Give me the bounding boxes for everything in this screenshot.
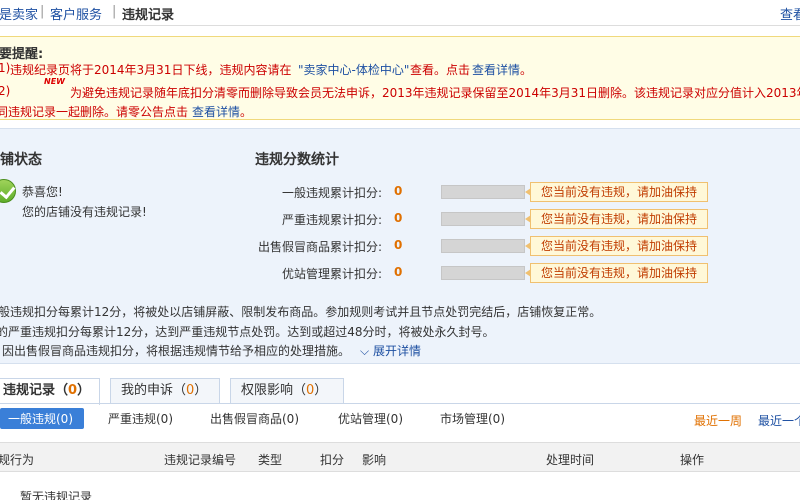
notice-line1-prefix: 1)	[0, 61, 11, 75]
general-violation-label: 一般违规累计扣分:	[281, 186, 382, 200]
notice-title: 重要提醒:	[0, 47, 44, 62]
counterfeit-violation-tip: 您当前没有违规，请加油保持	[525, 236, 708, 256]
col-type: 类型	[258, 453, 283, 467]
breadcrumb-seller-link[interactable]: 我是卖家	[0, 4, 38, 23]
breadcrumb-current: 违规记录	[122, 8, 175, 23]
serious-violation-label: 严重违规累计扣分:	[281, 213, 382, 227]
youzhan-violation-tip: 您当前没有违规，请加油保持	[525, 263, 708, 283]
rule-line-3: 因出售假冒商品违规扣分，将根据违规情节给予相应的处理措施。	[2, 344, 351, 358]
score-stats-heading: 违规分数统计	[255, 152, 339, 168]
empty-records-text: 暂无违规记录	[20, 490, 93, 500]
experience-center-link[interactable]: "卖家中心-体检中心"	[298, 61, 409, 78]
col-actions: 操作	[680, 453, 705, 467]
store-status-heading: 店铺状态	[0, 152, 42, 168]
col-impact: 影响	[362, 453, 387, 467]
chevron-down-icon: ⌵	[360, 344, 370, 358]
filter-serious[interactable]: 严重违规(0)	[108, 410, 173, 427]
col-record-number: 违规记录编号	[164, 453, 237, 467]
youzhan-violation-score: 0	[394, 265, 403, 279]
notice-line3-end: 。	[240, 105, 253, 119]
col-points: 扣分	[320, 453, 345, 467]
serious-violation-tip: 您当前没有违规，请加油保持	[525, 209, 708, 229]
tab-permission-impact[interactable]: 权限影响（0）	[230, 378, 344, 404]
serious-violation-score: 0	[394, 211, 403, 225]
period-last-week[interactable]: 最近一周	[694, 412, 742, 429]
serious-violation-bar	[441, 212, 525, 226]
breadcrumb: 我是卖家 | 客户服务 | 违规记录 查看	[0, 0, 800, 26]
period-last-month[interactable]: 最近一个	[758, 412, 800, 429]
tab-label-end: ）	[77, 383, 91, 398]
no-violation-message: 您的店铺没有违规记录!	[22, 205, 147, 219]
tab-label: 权限影响（	[241, 383, 307, 398]
counterfeit-violation-score: 0	[394, 238, 403, 252]
filter-market[interactable]: 市场管理(0)	[440, 410, 505, 427]
view-link[interactable]: 查看	[780, 4, 800, 23]
rule-line-1: 一般违规扣分每累计12分，将被处以店铺屏蔽、限制发布商品。参加规则考试并且节点处…	[0, 305, 602, 319]
notice-line1-text: 违规纪录页将于2014年3月31日下线，违规内容请在	[10, 63, 292, 77]
tab-label-end: ）	[194, 383, 208, 398]
violation-filter-bar: 一般违规(0) 严重违规(0) 出售假冒商品(0) 优站管理(0) 市场管理(0…	[0, 404, 800, 436]
important-notice: 重要提醒: 1) 违规纪录页将于2014年3月31日下线，违规内容请在 "卖家中…	[0, 36, 800, 120]
breadcrumb-customer-service-link[interactable]: 客户服务	[50, 4, 102, 23]
filter-counterfeit[interactable]: 出售假冒商品(0)	[210, 410, 299, 427]
counterfeit-violation-bar	[441, 239, 525, 253]
col-process-time: 处理时间	[546, 453, 595, 467]
counterfeit-violation-label: 出售假冒商品累计扣分:	[257, 240, 382, 254]
notice-line2-prefix: 2)	[0, 84, 11, 98]
notice-line3-text: 同违规记录一起删除。请零公告点击	[0, 105, 189, 119]
col-violation-behavior: 违规行为	[0, 453, 35, 467]
notice-details-link-2[interactable]: 查看详情	[192, 103, 240, 120]
notice-details-link-1[interactable]: 查看详情	[472, 61, 520, 78]
filter-general[interactable]: 一般违规(0)	[0, 408, 84, 429]
breadcrumb-separator: |	[112, 4, 117, 19]
youzhan-violation-bar	[441, 266, 525, 280]
notice-line1-text-b: 查看。点击	[410, 63, 471, 77]
notice-line1-end: 。	[520, 63, 533, 77]
rule-line-2: 的严重违规扣分每累计12分，达到严重违规节点处罚。达到或超过48分时，将被处永久…	[0, 325, 495, 339]
youzhan-violation-label: 优站管理累计扣分:	[281, 267, 382, 281]
congrats-text: 恭喜您!	[22, 185, 63, 199]
check-icon	[0, 179, 16, 203]
tab-count: 0	[68, 383, 78, 398]
tab-my-appeals[interactable]: 我的申诉（0）	[110, 378, 220, 404]
tab-label: 违规记录（	[3, 383, 69, 398]
expand-details-label: 展开详情	[372, 344, 421, 358]
general-violation-bar	[441, 185, 525, 199]
records-table-header: 违规行为 违规记录编号 类型 扣分 影响 处理时间 操作	[0, 442, 800, 472]
notice-line2-text: 为避免违规记录随年底扣分清零而删除导致会员无法申诉，2013年违规记录保留至20…	[70, 86, 800, 100]
filter-youzhan[interactable]: 优站管理(0)	[338, 410, 403, 427]
breadcrumb-separator: |	[40, 4, 45, 19]
expand-details-link[interactable]: ⌵ 展开详情	[360, 342, 421, 359]
general-violation-score: 0	[394, 184, 403, 198]
general-violation-tip: 您当前没有违规，请加油保持	[525, 182, 708, 202]
tab-label: 我的申诉（	[121, 383, 187, 398]
new-badge: NEW	[44, 77, 65, 86]
violation-status-panel: 店铺状态 恭喜您! 您的店铺没有违规记录! 违规分数统计 一般违规累计扣分: 0…	[0, 128, 800, 364]
tab-label-end: ）	[314, 383, 328, 398]
tab-violation-records[interactable]: 违规记录（0）	[0, 378, 100, 405]
